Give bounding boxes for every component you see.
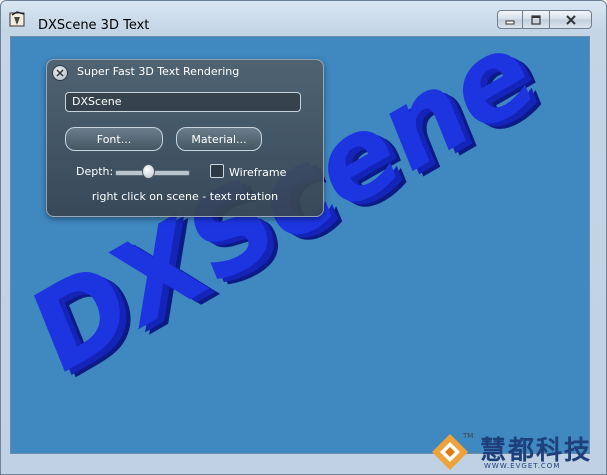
material-button[interactable]: Material...	[176, 127, 262, 151]
scene-text-input[interactable]: DXScene	[65, 92, 301, 112]
minimize-button[interactable]	[497, 10, 523, 29]
panel-title: Super Fast 3D Text Rendering	[77, 65, 240, 78]
watermark-tm: TM	[463, 432, 474, 440]
close-icon	[565, 14, 576, 25]
depth-label: Depth:	[76, 165, 114, 178]
3d-scene-viewport[interactable]: DXScene DXScene DXScene Super Fast 3D Te…	[10, 36, 590, 454]
close-icon	[56, 69, 64, 77]
maximize-button[interactable]	[523, 10, 549, 29]
main-window: DXScene 3D Text DXScene DXScene DXScene …	[0, 0, 607, 475]
watermark-url: WWW.EVGET.COM	[484, 462, 561, 470]
title-bar[interactable]: DXScene 3D Text	[1, 1, 606, 37]
panel-close-button[interactable]	[52, 65, 68, 81]
window-title: DXScene 3D Text	[38, 18, 150, 33]
depth-slider-thumb[interactable]	[142, 164, 156, 179]
maximize-icon	[531, 14, 541, 25]
wireframe-checkbox[interactable]	[210, 164, 224, 178]
app-icon[interactable]	[9, 10, 27, 28]
window-controls	[497, 10, 592, 29]
close-button[interactable]	[549, 10, 592, 29]
wireframe-label[interactable]: Wireframe	[229, 166, 286, 179]
settings-panel: Super Fast 3D Text Rendering DXScene Fon…	[46, 59, 324, 217]
rotation-hint: right click on scene - text rotation	[91, 190, 279, 203]
font-button[interactable]: Font...	[65, 127, 163, 151]
minimize-icon	[505, 20, 515, 24]
